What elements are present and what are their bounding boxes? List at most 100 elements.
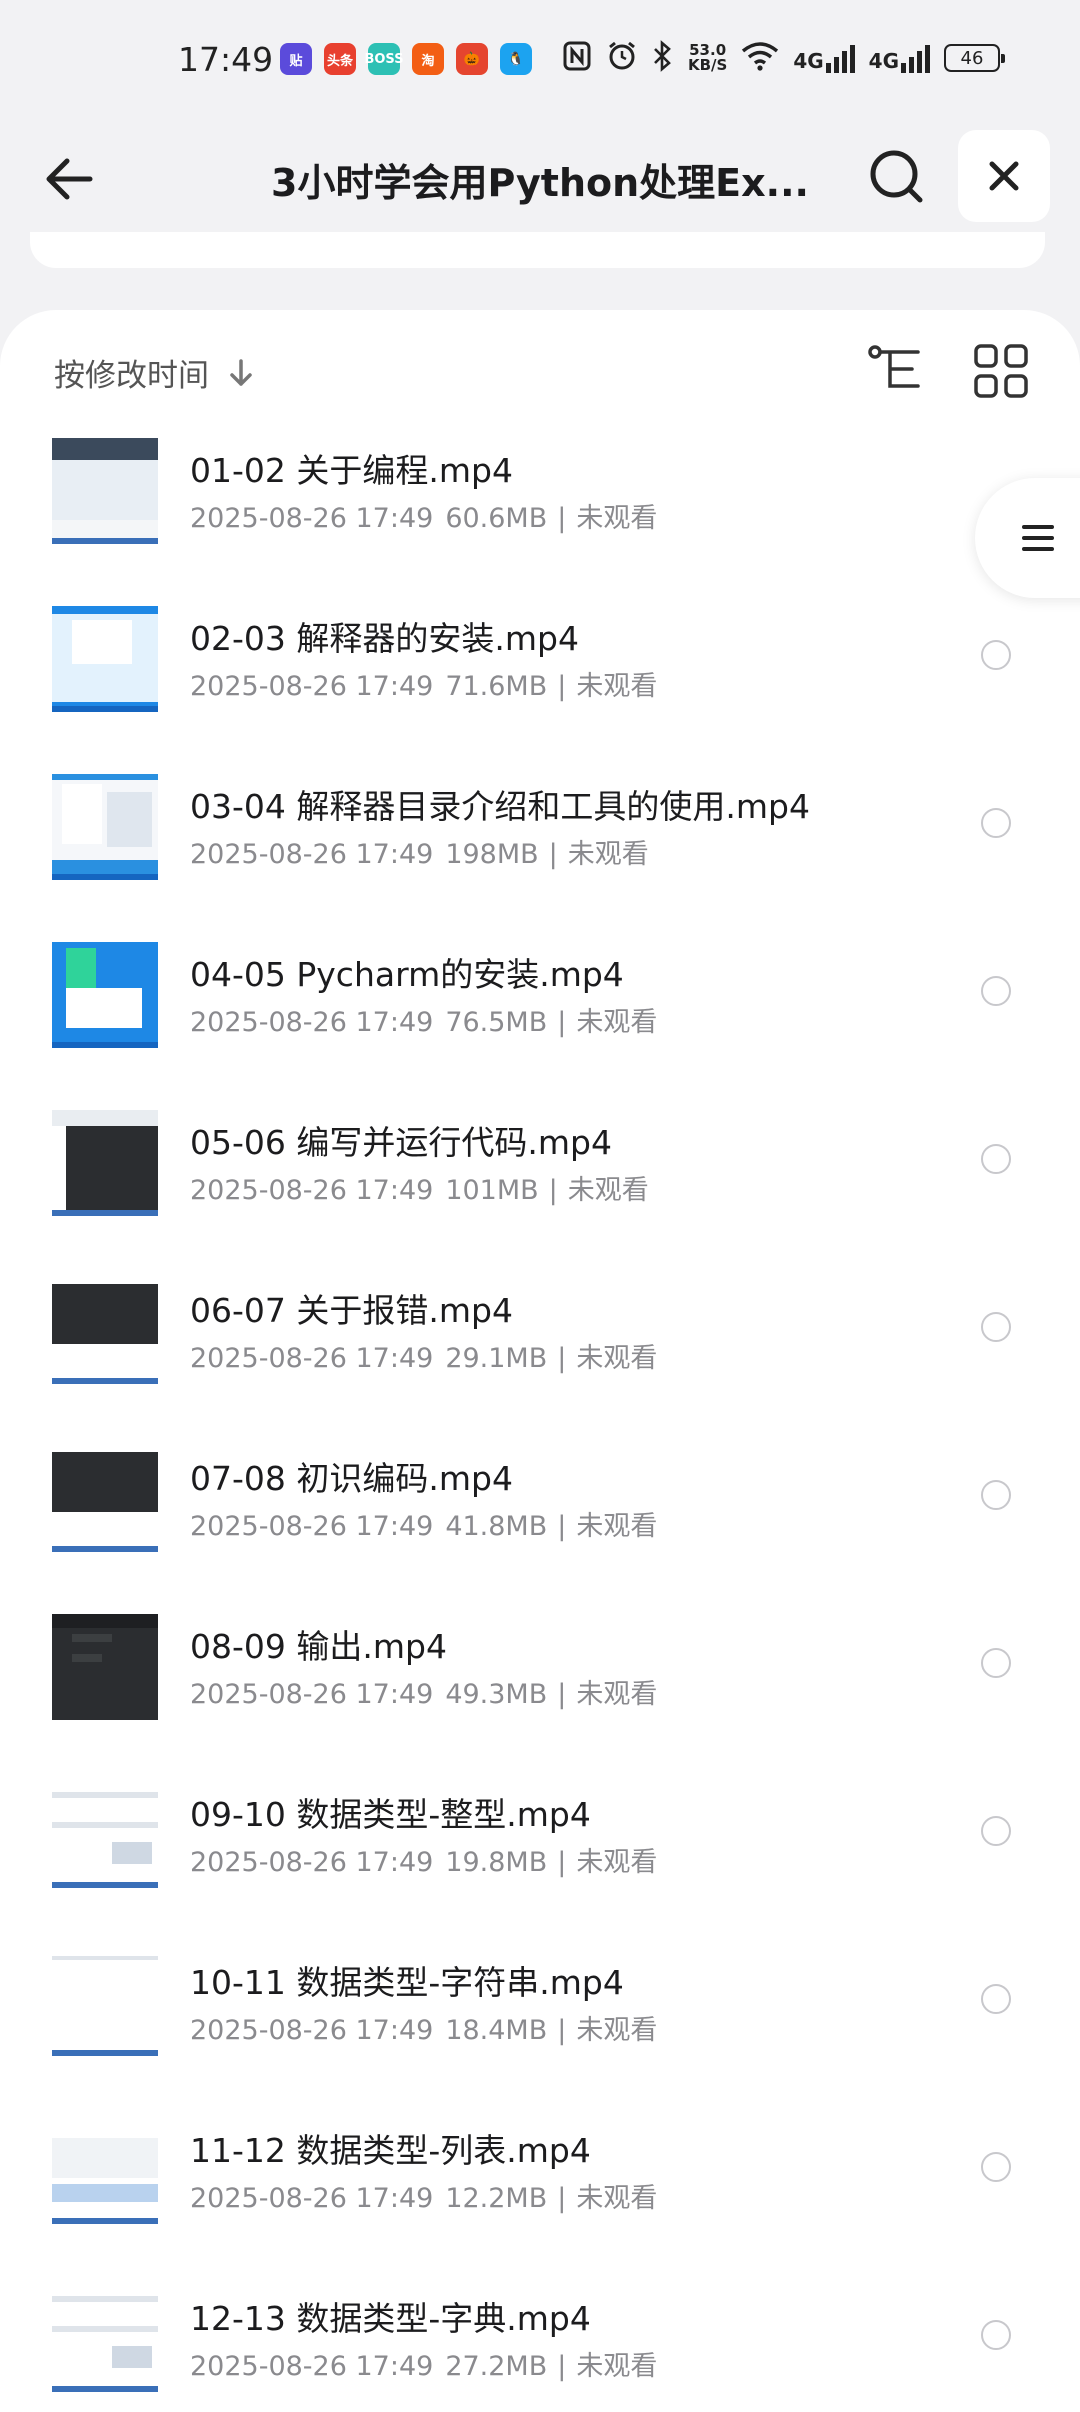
thumbnail-shape bbox=[52, 1546, 158, 1552]
thumbnail-shape bbox=[52, 2138, 158, 2178]
select-radio[interactable] bbox=[981, 2152, 1011, 2182]
file-meta: 2025-08-26 17:49 60.6MB | 未观看 bbox=[190, 496, 657, 535]
select-radio[interactable] bbox=[981, 2320, 1011, 2350]
file-row[interactable]: 03-04 解释器目录介绍和工具的使用.mp4 2025-08-26 17:49 1… bbox=[0, 766, 1080, 934]
file-name: 01-02 关于编程.mp4 bbox=[190, 451, 513, 490]
thumbnail-shape bbox=[52, 2326, 158, 2332]
file-meta: 2025-08-26 17:49 101MB | 未观看 bbox=[190, 1168, 649, 1207]
select-radio[interactable] bbox=[981, 808, 1011, 838]
file-row[interactable]: 12-13 数据类型-字典.mp4 2025-08-26 17:49 27.2MB |… bbox=[0, 2278, 1080, 2412]
watch-status: 未观看 bbox=[567, 839, 649, 870]
nfc-icon bbox=[562, 41, 592, 75]
thumbnail-shape bbox=[66, 948, 96, 988]
alarm-icon bbox=[606, 40, 638, 76]
file-date: 2025-08-26 17:49 bbox=[190, 1511, 434, 1542]
file-name: 06-07 关于报错.mp4 bbox=[190, 1291, 513, 1330]
file-row[interactable]: 07-08 初识编码.mp4 2025-08-26 17:49 41.8MB | 未观看 bbox=[0, 1438, 1080, 1606]
signal-2-label: 4G bbox=[868, 49, 899, 73]
cell-signal-2: 4G bbox=[869, 43, 930, 73]
search-button[interactable] bbox=[862, 142, 932, 212]
select-radio[interactable] bbox=[981, 1144, 1011, 1174]
thumbnail-shape bbox=[52, 706, 158, 712]
video-thumbnail bbox=[52, 774, 158, 880]
bluetooth-icon bbox=[652, 40, 674, 76]
select-radio[interactable] bbox=[981, 640, 1011, 670]
network-speed: 53.0 KB/S bbox=[688, 43, 727, 73]
grid-view-button[interactable] bbox=[970, 340, 1032, 402]
file-row[interactable]: 04-05 Pycharm的安装.mp4 2025-08-26 17:49 76.5… bbox=[0, 934, 1080, 1102]
file-size: 49.3MB bbox=[445, 1679, 548, 1710]
file-row[interactable]: 10-11 数据类型-字符串.mp4 2025-08-26 17:49 18.4MB… bbox=[0, 1942, 1080, 2110]
network-speed-unit: KB/S bbox=[687, 56, 728, 74]
taobao-app-icon: 淘 bbox=[412, 43, 444, 75]
file-name: 07-08 初识编码.mp4 bbox=[190, 1459, 513, 1498]
toutiao-app-icon: 头条 bbox=[324, 43, 356, 75]
file-date: 2025-08-26 17:49 bbox=[190, 1175, 434, 1206]
select-radio[interactable] bbox=[981, 1816, 1011, 1846]
file-name: 04-05 Pycharm的安装.mp4 bbox=[190, 955, 624, 994]
select-radio[interactable] bbox=[981, 1648, 1011, 1678]
file-date: 2025-08-26 17:49 bbox=[190, 1679, 434, 1710]
file-row[interactable]: 06-07 关于报错.mp4 2025-08-26 17:49 29.1MB | 未观看 bbox=[0, 1270, 1080, 1438]
file-date: 2025-08-26 17:49 bbox=[190, 839, 434, 870]
thumbnail-shape bbox=[112, 1842, 152, 1864]
file-meta: 2025-08-26 17:49 41.8MB | 未观看 bbox=[190, 1504, 657, 1543]
file-row[interactable]: 08-09 输出.mp4 2025-08-26 17:49 49.3MB | 未观看 bbox=[0, 1606, 1080, 1774]
select-radio[interactable] bbox=[981, 1480, 1011, 1510]
signal-1-label: 4G bbox=[793, 49, 824, 73]
video-thumbnail bbox=[52, 2118, 158, 2224]
file-name: 02-03 解释器的安装.mp4 bbox=[190, 619, 579, 658]
file-meta: 2025-08-26 17:49 49.3MB | 未观看 bbox=[190, 1672, 657, 1711]
meta-divider: | bbox=[548, 1175, 558, 1206]
thumbnail-shape bbox=[52, 1378, 158, 1384]
file-date: 2025-08-26 17:49 bbox=[190, 2183, 434, 2214]
thumbnail-shape bbox=[66, 988, 142, 1028]
select-radio[interactable] bbox=[981, 1312, 1011, 1342]
watch-status: 未观看 bbox=[576, 671, 658, 702]
page-title: 3小时学会用Python处理Ex... bbox=[271, 161, 809, 205]
back-button[interactable] bbox=[40, 148, 102, 210]
sort-selector[interactable]: 按修改时间 bbox=[54, 350, 255, 395]
cell-signal-1: 4G bbox=[793, 43, 855, 73]
thumbnail-shape bbox=[52, 1614, 158, 1628]
file-row[interactable]: 02-03 解释器的安装.mp4 2025-08-26 17:49 71.6MB | 未… bbox=[0, 598, 1080, 766]
file-size: 12.2MB bbox=[445, 2183, 548, 2214]
meta-divider: | bbox=[548, 839, 558, 870]
file-row[interactable]: 09-10 数据类型-整型.mp4 2025-08-26 17:49 19.8MB |… bbox=[0, 1774, 1080, 1942]
file-row[interactable]: 05-06 编写并运行代码.mp4 2025-08-26 17:49 101MB | 未… bbox=[0, 1102, 1080, 1270]
select-radio[interactable] bbox=[981, 976, 1011, 1006]
thumbnail-shape bbox=[52, 2386, 158, 2392]
file-meta: 2025-08-26 17:49 12.2MB | 未观看 bbox=[190, 2176, 657, 2215]
thumbnail-shape bbox=[52, 1110, 158, 1126]
thumbnail-shape bbox=[52, 538, 158, 544]
thumbnail-shape bbox=[107, 792, 152, 847]
file-date: 2025-08-26 17:49 bbox=[190, 1343, 434, 1374]
file-row[interactable]: 01-02 关于编程.mp4 2025-08-26 17:49 60.6MB | 未观看 bbox=[0, 430, 1080, 598]
status-time: 17:49 bbox=[178, 40, 274, 79]
meta-divider: | bbox=[557, 2183, 567, 2214]
close-button[interactable] bbox=[958, 130, 1050, 222]
file-list-panel: 按修改时间 01-02 关于编程.mp4 2025-08-26 17:49 60.6… bbox=[0, 310, 1080, 2412]
video-thumbnail bbox=[52, 1278, 158, 1384]
pinduoduo-app-icon: 🎃 bbox=[456, 43, 488, 75]
video-thumbnail bbox=[52, 1614, 158, 1720]
watch-status: 未观看 bbox=[576, 2015, 658, 2046]
file-name: 03-04 解释器目录介绍和工具的使用.mp4 bbox=[190, 787, 810, 826]
tree-view-icon bbox=[868, 345, 920, 388]
watch-status: 未观看 bbox=[576, 503, 658, 534]
thumbnail-shape bbox=[72, 620, 132, 664]
file-size: 198MB bbox=[445, 839, 539, 870]
meta-divider: | bbox=[557, 1511, 567, 1542]
file-row[interactable]: 11-12 数据类型-列表.mp4 2025-08-26 17:49 12.2MB |… bbox=[0, 2110, 1080, 2278]
select-radio[interactable] bbox=[981, 1984, 1011, 2014]
tieba-app-icon: 贴 bbox=[280, 43, 312, 75]
thumbnail-shape bbox=[52, 438, 158, 460]
watch-status: 未观看 bbox=[576, 2183, 658, 2214]
thumbnail-shape bbox=[52, 2218, 158, 2224]
file-meta: 2025-08-26 17:49 29.1MB | 未观看 bbox=[190, 1336, 657, 1375]
thumbnail-shape bbox=[52, 1452, 158, 1512]
file-name: 12-13 数据类型-字典.mp4 bbox=[190, 2299, 591, 2338]
tree-view-button[interactable] bbox=[866, 340, 926, 400]
thumbnail-shape bbox=[52, 2050, 158, 2056]
watch-status: 未观看 bbox=[567, 1175, 649, 1206]
